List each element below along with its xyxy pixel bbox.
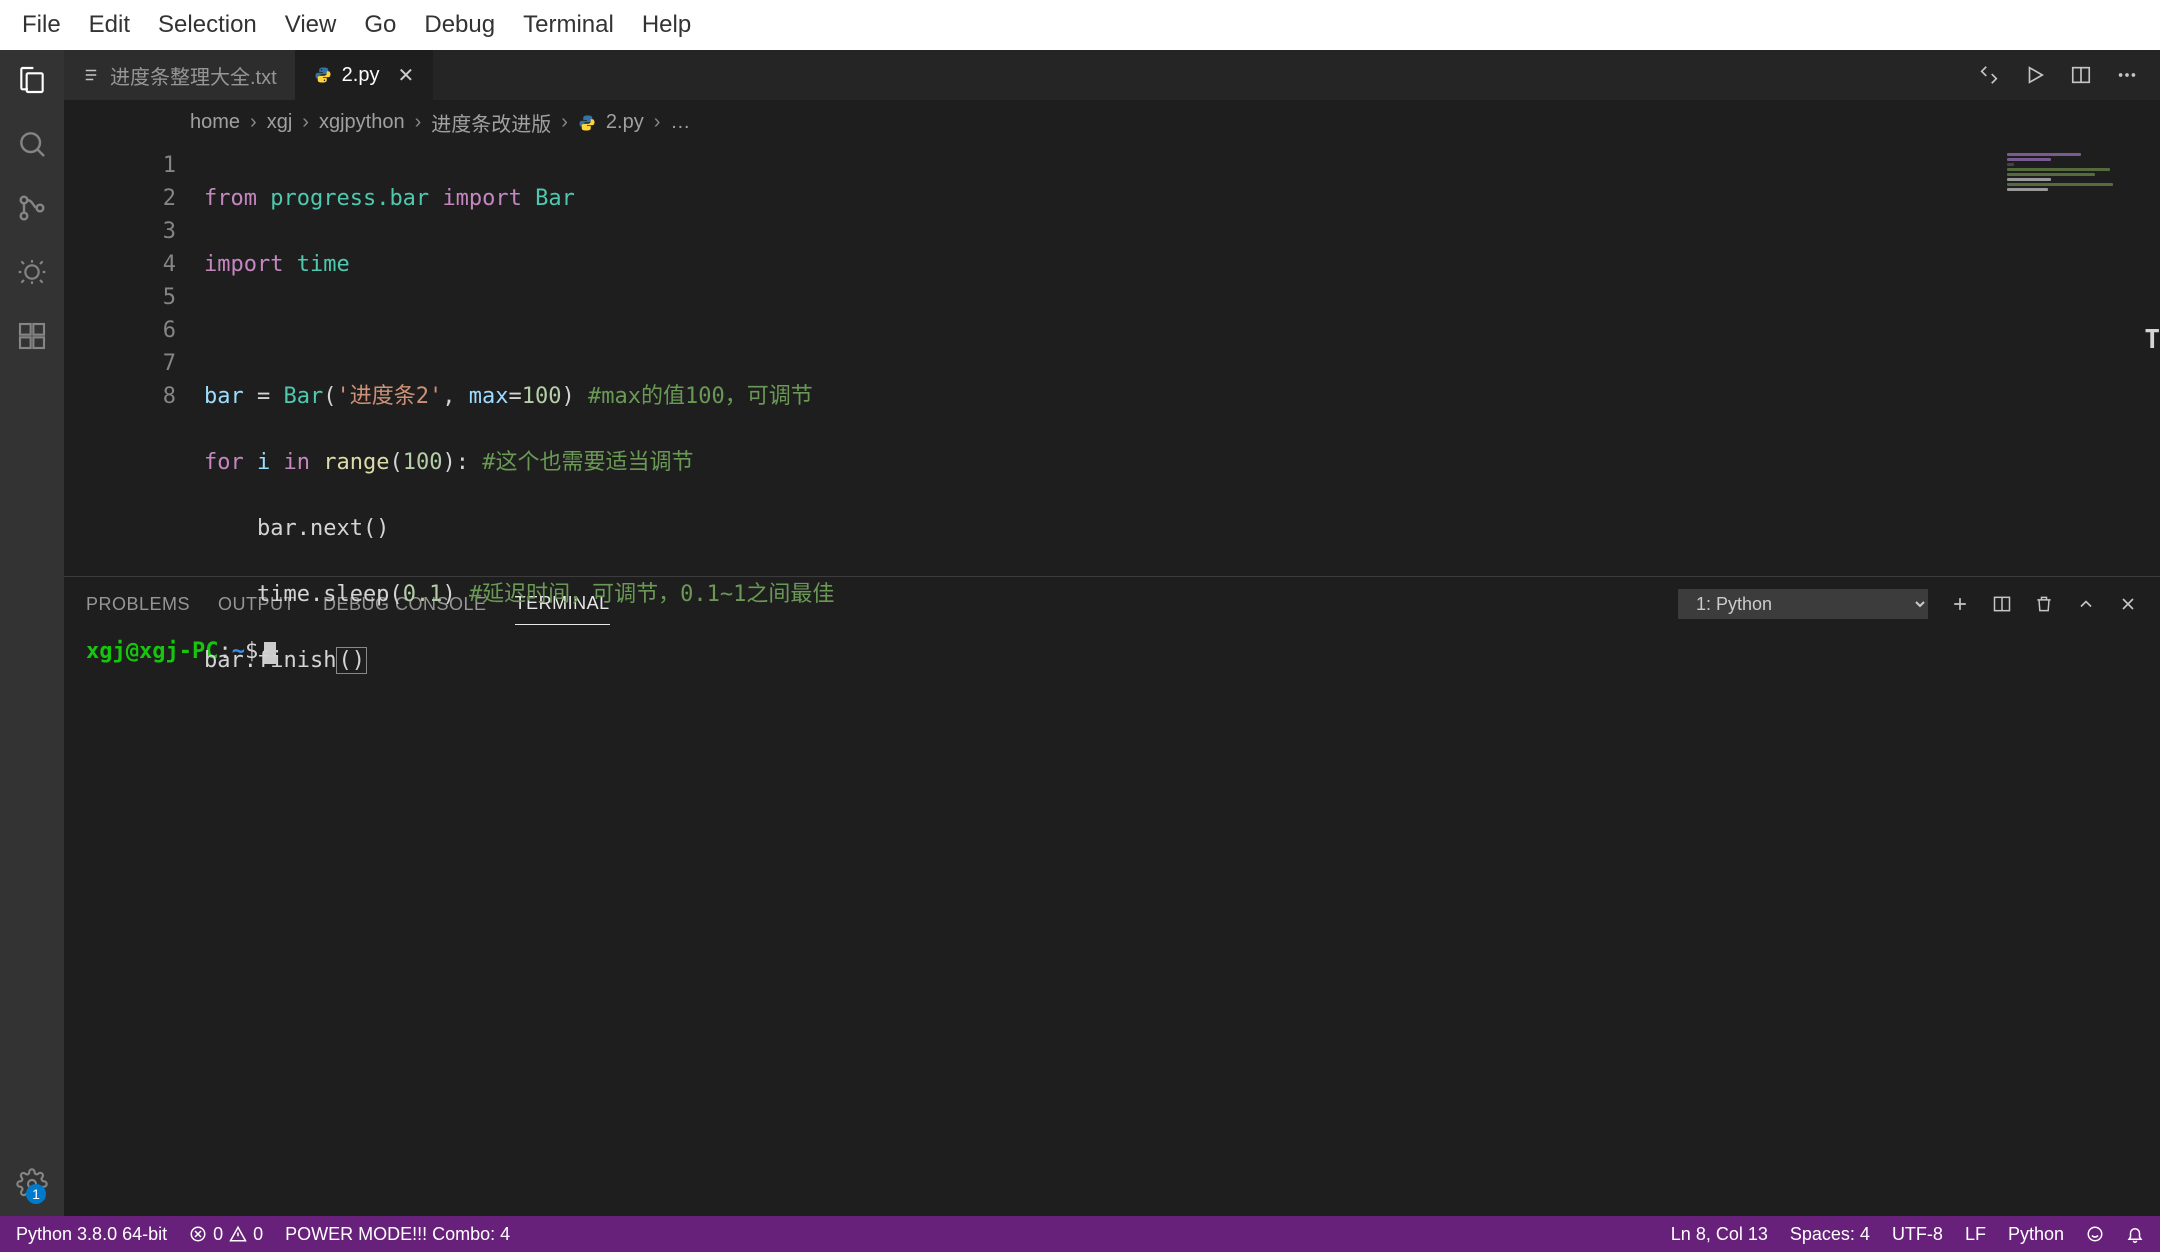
run-icon[interactable] [2024, 64, 2046, 86]
breadcrumb[interactable]: home› xgj› xgjpython› 进度条改进版› 2.py› … [64, 100, 2160, 145]
menubar: File Edit Selection View Go Debug Termin… [0, 0, 2160, 50]
panel-tab-problems[interactable]: PROBLEMS [86, 584, 190, 625]
line-gutter: 1 2 3 4 5 6 7 8 [64, 145, 204, 576]
terminal-user: xgj@xgj-PC [86, 639, 218, 664]
menu-edit[interactable]: Edit [77, 5, 142, 45]
editor-actions [1978, 50, 2160, 100]
status-python-version[interactable]: Python 3.8.0 64-bit [16, 1224, 167, 1245]
status-encoding[interactable]: UTF-8 [1892, 1224, 1943, 1245]
debug-icon[interactable] [14, 254, 50, 290]
tab-file-1[interactable]: 进度条整理大全.txt [64, 50, 296, 100]
status-eol[interactable]: LF [1965, 1224, 1986, 1245]
feedback-icon[interactable] [2086, 1225, 2104, 1243]
more-actions-icon[interactable] [2116, 64, 2138, 86]
status-lncol[interactable]: Ln 8, Col 13 [1671, 1224, 1768, 1245]
search-icon[interactable] [14, 126, 50, 162]
status-problems[interactable]: 0 0 [189, 1224, 263, 1245]
split-editor-icon[interactable] [2070, 64, 2092, 86]
tabbar: 进度条整理大全.txt 2.py ✕ [64, 50, 2160, 100]
menu-file[interactable]: File [10, 5, 73, 45]
crumb[interactable]: xgjpython [319, 111, 405, 134]
tab-file-2[interactable]: 2.py ✕ [296, 50, 434, 100]
code-editor[interactable]: 1 2 3 4 5 6 7 8 from progress.bar import… [64, 145, 2160, 576]
settings-badge: 1 [26, 1184, 46, 1204]
crumb[interactable]: 进度条改进版 [431, 108, 551, 137]
status-language[interactable]: Python [2008, 1224, 2064, 1245]
crumb[interactable]: xgj [267, 111, 293, 134]
code-content[interactable]: from progress.bar import Bar import time… [204, 145, 2160, 576]
status-powermode[interactable]: POWER MODE!!! Combo: 4 [285, 1224, 510, 1245]
python-file-icon [314, 66, 332, 84]
text-ruler-icon: T [2144, 325, 2160, 355]
menu-debug[interactable]: Debug [412, 5, 507, 45]
tab-label: 2.py [342, 64, 380, 87]
python-file-icon [578, 114, 596, 132]
notifications-icon[interactable] [2126, 1225, 2144, 1243]
compare-changes-icon[interactable] [1978, 64, 2000, 86]
editor-area: 进度条整理大全.txt 2.py ✕ [64, 50, 2160, 1216]
menu-selection[interactable]: Selection [146, 5, 269, 45]
main-area: 1 进度条整理大全.txt 2.py ✕ [0, 50, 2160, 1216]
activitybar: 1 [0, 50, 64, 1216]
menu-go[interactable]: Go [352, 5, 408, 45]
menu-terminal[interactable]: Terminal [511, 5, 626, 45]
text-file-icon [82, 66, 100, 84]
settings-icon[interactable]: 1 [14, 1166, 50, 1202]
crumb-trail[interactable]: … [670, 111, 690, 134]
extensions-icon[interactable] [14, 318, 50, 354]
menu-help[interactable]: Help [630, 5, 703, 45]
tab-label: 进度条整理大全.txt [110, 61, 277, 90]
menu-view[interactable]: View [273, 5, 349, 45]
crumb[interactable]: home [190, 111, 240, 134]
status-indent[interactable]: Spaces: 4 [1790, 1224, 1870, 1245]
crumb-file[interactable]: 2.py [606, 111, 644, 134]
source-control-icon[interactable] [14, 190, 50, 226]
close-icon[interactable]: ✕ [397, 63, 414, 88]
minimap[interactable] [2000, 145, 2160, 576]
explorer-icon[interactable] [14, 62, 50, 98]
statusbar: Python 3.8.0 64-bit 0 0 POWER MODE!!! Co… [0, 1216, 2160, 1252]
